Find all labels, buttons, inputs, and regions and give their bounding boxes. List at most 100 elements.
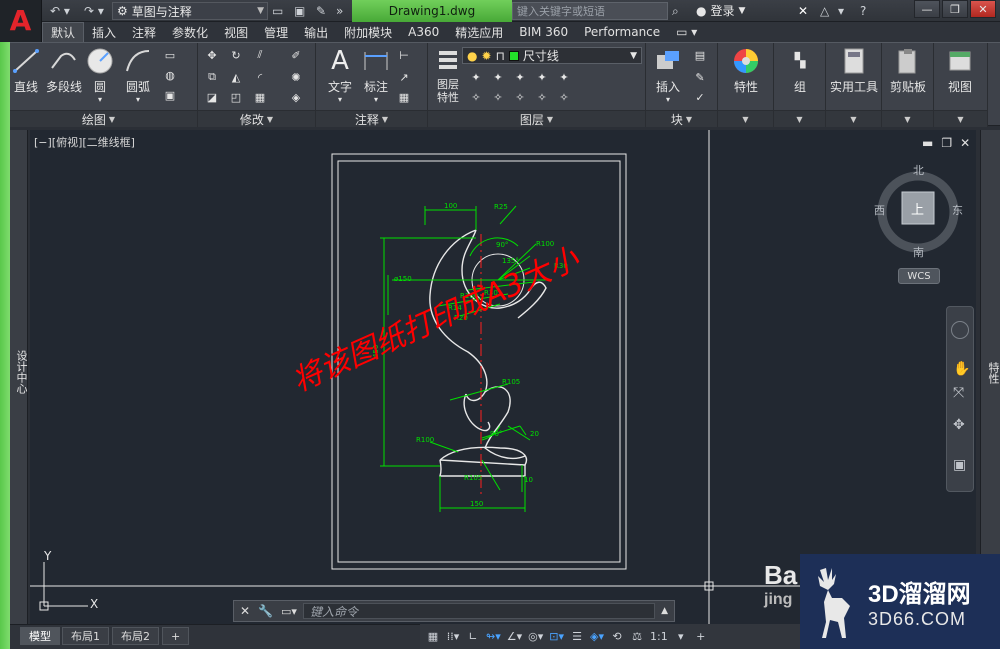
steering-wheel-icon[interactable] — [951, 321, 969, 339]
tab-options-icon[interactable]: ▭ ▾ — [668, 22, 705, 42]
wrench-icon[interactable]: 🔧 — [258, 604, 273, 618]
close-button[interactable]: ✕ — [970, 0, 996, 18]
chevron-down-icon[interactable]: ▾ — [838, 2, 844, 20]
command-prompt-icon[interactable]: ▭▾ — [281, 605, 297, 618]
zoom-extents-icon[interactable]: ⤧ — [953, 385, 964, 401]
viewport-minimize-icon[interactable]: ▬ — [922, 136, 933, 150]
line-tool[interactable]: 直线 — [6, 47, 46, 95]
create-block-icon[interactable]: ▤ — [692, 47, 708, 63]
draw-panel-title[interactable]: 绘图 ▼ — [0, 110, 197, 127]
object-snap-icon[interactable]: ⊡▾ — [547, 628, 566, 646]
move-icon[interactable]: ✥ — [204, 47, 220, 63]
groups-tool[interactable]: ▚ 组 — [780, 47, 820, 95]
chevron-down-icon[interactable]: ▾ — [672, 628, 690, 646]
polar-tracking-icon[interactable]: ↬▾ — [484, 628, 503, 646]
attribute-icon[interactable]: ✓ — [692, 89, 708, 105]
tab-view[interactable]: 视图 — [216, 22, 256, 42]
ortho-icon[interactable]: ∟ — [464, 628, 482, 646]
add-layout-button[interactable]: + — [162, 627, 190, 645]
viewport-controls-label[interactable]: [−][俯视][二维线框] — [34, 134, 135, 150]
binoculars-icon[interactable]: ⌕ — [672, 2, 679, 20]
layer-tool-icon[interactable]: ✦ — [534, 69, 550, 85]
workspace-switcher[interactable]: ⚙ 草图与注释 ▼ — [112, 2, 268, 20]
add-icon[interactable]: + — [692, 628, 710, 646]
layer-tool-icon[interactable]: ✦ — [468, 69, 484, 85]
leader-icon[interactable]: ↗ — [396, 69, 412, 85]
arc-tool[interactable]: 圆弧 ▾ — [118, 47, 158, 104]
annotation-scale-icon[interactable]: ⚖ — [628, 628, 646, 646]
transparency-icon[interactable]: ◈▾ — [588, 628, 606, 646]
tab-a360[interactable]: A360 — [400, 22, 447, 42]
offset-icon[interactable]: ◈ — [288, 89, 304, 105]
block-panel-title[interactable]: 块 ▼ — [646, 110, 717, 127]
mirror-icon[interactable]: ◭ — [228, 69, 244, 85]
tab-model[interactable]: 模型 — [20, 627, 60, 645]
viewport-restore-icon[interactable]: ❐ — [941, 136, 952, 150]
trim-icon[interactable]: ⫽ — [252, 47, 268, 63]
annotation-scale-value[interactable]: 1:1 — [648, 628, 670, 646]
exchange-icon[interactable]: ✕ — [798, 2, 808, 20]
edit-block-icon[interactable]: ✎ — [692, 69, 708, 85]
showmotion-icon[interactable]: ▣ — [953, 457, 966, 473]
linear-dim-icon[interactable]: ⊢ — [396, 47, 412, 63]
compass-north[interactable]: 北 — [913, 164, 924, 177]
grid-icon[interactable]: ▦ — [424, 628, 442, 646]
close-icon[interactable]: ✕ — [240, 604, 250, 618]
help-icon[interactable]: ? — [860, 2, 866, 20]
design-center-palette-strip[interactable]: 设计中心 — [10, 130, 28, 624]
layer-tool-icon[interactable]: ✧ — [556, 89, 572, 105]
save-icon[interactable]: ▣ — [294, 2, 305, 20]
view-tool[interactable]: 视图 — [940, 47, 980, 95]
login-button[interactable]: ● 登录 ▼ — [696, 2, 745, 19]
layer-tool-icon[interactable]: ✧ — [490, 89, 506, 105]
compass-south[interactable]: 南 — [913, 246, 924, 259]
drawing-area[interactable]: 100 R25 R100 90° 135° R30 ø150 R100 R30 … — [30, 130, 976, 624]
text-tool[interactable]: A 文字 ▾ — [320, 46, 360, 104]
snap-icon[interactable]: ⁞⁞▾ — [444, 628, 462, 646]
explode-icon[interactable]: ✺ — [288, 69, 304, 85]
tab-manage[interactable]: 管理 — [256, 22, 296, 42]
tab-bim360[interactable]: BIM 360 — [511, 22, 576, 42]
tab-addins[interactable]: 附加模块 — [336, 22, 400, 42]
isodraft-icon[interactable]: ∠▾ — [505, 628, 524, 646]
tab-layout2[interactable]: 布局2 — [112, 627, 159, 645]
properties-tool[interactable]: 特性 — [726, 47, 766, 95]
layer-tool-icon[interactable]: ✧ — [468, 89, 484, 105]
restore-button[interactable]: ❐ — [942, 0, 968, 18]
utilities-panel-footer[interactable]: ▼ — [826, 110, 881, 127]
layer-tool-icon[interactable]: ✧ — [512, 89, 528, 105]
boundary-icon[interactable]: ▣ — [162, 87, 178, 103]
tab-home[interactable]: 默认 — [42, 22, 85, 42]
wcs-menu[interactable]: WCS — [898, 268, 940, 284]
pan-hand-icon[interactable]: ✋ — [953, 361, 970, 377]
a360-icon[interactable]: △ — [820, 2, 829, 20]
utilities-tool[interactable]: 实用工具 — [830, 47, 878, 95]
insert-block-tool[interactable]: 插入 ▾ — [648, 47, 688, 104]
hatch-icon[interactable]: ◍ — [162, 67, 178, 83]
properties-panel-footer[interactable]: ▼ — [718, 110, 773, 127]
layer-tool-icon[interactable]: ✦ — [490, 69, 506, 85]
compass-west[interactable]: 西 — [874, 204, 885, 217]
copy-icon[interactable]: ⧉ — [204, 69, 220, 85]
redo-icon[interactable]: ↷ ▾ — [84, 2, 104, 20]
dimension-tool[interactable]: 标注 ▾ — [356, 47, 396, 104]
viewport-close-icon[interactable]: ✕ — [960, 136, 970, 150]
layer-dropdown[interactable]: ● ✹ ⊓ 尺寸线 ▼ — [462, 47, 642, 64]
clipboard-panel-footer[interactable]: ▼ — [882, 110, 933, 127]
tab-annotate[interactable]: 注释 — [124, 22, 164, 42]
erase-icon[interactable]: ✐ — [288, 47, 304, 63]
tab-performance[interactable]: Performance — [576, 22, 668, 42]
groups-panel-footer[interactable]: ▼ — [774, 110, 825, 127]
properties-palette-strip[interactable]: 特性 — [980, 130, 1000, 624]
table-icon[interactable]: ▦ — [396, 89, 412, 105]
app-menu-button[interactable]: A — [0, 0, 42, 42]
tab-output[interactable]: 输出 — [296, 22, 336, 42]
saveas-icon[interactable]: ✎ — [316, 2, 326, 20]
rotate-icon[interactable]: ↻ — [228, 47, 244, 63]
open-icon[interactable]: ▭ — [272, 2, 283, 20]
layer-panel-title[interactable]: 图层 ▼ — [428, 110, 645, 127]
array-icon[interactable]: ▦ — [252, 89, 268, 105]
layer-tool-icon[interactable]: ✧ — [534, 89, 550, 105]
tab-layout1[interactable]: 布局1 — [62, 627, 109, 645]
orbit-icon[interactable]: ✥ — [953, 417, 965, 433]
